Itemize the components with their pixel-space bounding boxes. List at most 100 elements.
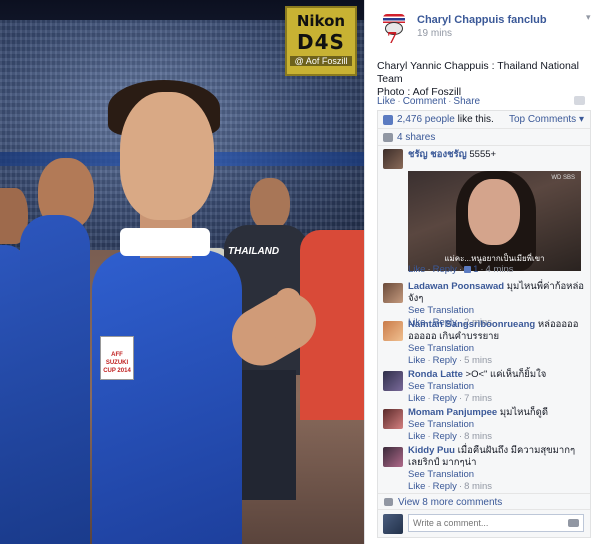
suzuki-cup-badge: AFF SUZUKI CUP 2014 bbox=[100, 336, 134, 380]
share-button[interactable]: Share bbox=[453, 96, 480, 107]
number-seven-icon: 7 bbox=[387, 29, 398, 47]
comment-time[interactable]: 4 mins bbox=[486, 264, 514, 275]
like-button[interactable]: Like bbox=[377, 96, 395, 107]
separator: · bbox=[480, 264, 484, 275]
comment-item: Kiddy Puu เมื่อคืนฝันถึง มีความสุขมากๆเล… bbox=[378, 445, 590, 493]
share-count-icon[interactable] bbox=[574, 96, 585, 105]
main-player-collar bbox=[120, 228, 210, 256]
likes-sentence: 2,476 people like this. bbox=[397, 114, 494, 125]
separator: · bbox=[427, 481, 431, 492]
comment-meta-row: Like · Reply · 1 · 4 mins bbox=[408, 264, 586, 276]
separator: · bbox=[397, 96, 401, 107]
caption-line-1: Charyl Yannic Chappuis : Thailand Nation… bbox=[377, 60, 579, 85]
comment-meta: Like · Reply · 5 mins bbox=[408, 355, 586, 367]
view-more-comments-link[interactable]: View 8 more comments bbox=[398, 497, 502, 508]
separator: · bbox=[427, 431, 431, 442]
comment-body: Ronda Latte >O<" แค่เห็นก็ยิ้มใจ See Tra… bbox=[408, 369, 586, 405]
separator: · bbox=[458, 393, 463, 404]
comment-reply-link[interactable]: Reply bbox=[433, 431, 457, 442]
commenter-avatar[interactable] bbox=[383, 447, 403, 467]
chevron-down-icon[interactable]: ▾ bbox=[586, 12, 596, 22]
comment-time[interactable]: 7 mins bbox=[464, 393, 492, 404]
comment-body: Kiddy Puu เมื่อคืนฝันถึง มีความสุขมากๆเล… bbox=[408, 445, 586, 493]
comments-box: 2,476 people like this. Top Comments ▾ 4… bbox=[377, 110, 591, 538]
comment-item: Namtan Sangsriboonrueang หล่ออออออออออ เ… bbox=[378, 319, 590, 369]
commenter-name[interactable]: ชรัญ ชองชรัญ bbox=[408, 149, 467, 160]
separator: · bbox=[458, 264, 463, 275]
comment-reply-link[interactable]: Reply bbox=[433, 393, 457, 404]
comment-time[interactable]: 5 mins bbox=[464, 355, 492, 366]
write-comment-input[interactable] bbox=[408, 514, 584, 532]
official-head bbox=[250, 178, 290, 230]
post-timestamp[interactable]: 19 mins bbox=[417, 28, 452, 39]
shares-link[interactable]: 4 shares bbox=[397, 132, 435, 143]
comment-meta: Like · Reply · 1 · 4 mins bbox=[408, 264, 586, 276]
see-translation-link[interactable]: See Translation bbox=[408, 305, 586, 317]
thumbs-up-icon bbox=[464, 265, 472, 273]
image-crying-face bbox=[468, 179, 520, 245]
commenter-name[interactable]: Kiddy Puu bbox=[408, 445, 455, 456]
page-avatar[interactable]: 7 bbox=[379, 12, 409, 47]
separator: · bbox=[427, 393, 431, 404]
player-left bbox=[20, 215, 90, 544]
commenter-avatar[interactable] bbox=[383, 371, 403, 391]
comment-time[interactable]: 8 mins bbox=[464, 431, 492, 442]
comment-like-link[interactable]: Like bbox=[408, 393, 425, 404]
comment-meta: Like · Reply · 8 mins bbox=[408, 481, 586, 493]
comment-like-link[interactable]: Like bbox=[408, 431, 425, 442]
watermark-model: D4S bbox=[297, 30, 345, 54]
comment-like-link[interactable]: Like bbox=[408, 264, 425, 275]
comment-text: >O<" แค่เห็นก็ยิ้มใจ bbox=[462, 369, 547, 380]
main-player-face bbox=[120, 92, 214, 220]
shares-summary: 4 shares bbox=[378, 129, 590, 146]
likes-summary: 2,476 people like this. Top Comments ▾ bbox=[378, 111, 590, 129]
page-name-link[interactable]: Charyl Chappuis fanclub bbox=[417, 14, 547, 26]
see-translation-link[interactable]: See Translation bbox=[408, 419, 586, 431]
commenter-avatar[interactable] bbox=[383, 409, 403, 429]
comment-item: Ladawan Poonsawad มุมไหนพี่ค่าก้อหล่อจัง… bbox=[378, 281, 590, 328]
see-translation-link[interactable]: See Translation bbox=[408, 381, 586, 393]
comment-reply-link[interactable]: Reply bbox=[433, 264, 457, 275]
likes-suffix: like this. bbox=[454, 114, 494, 125]
top-comments-label: Top Comments bbox=[508, 114, 577, 125]
likes-count-link[interactable]: 2,476 people bbox=[397, 114, 455, 125]
comment-text: มุมไหนก็ดูดี bbox=[497, 407, 549, 418]
commenter-name[interactable]: Momam Panjumpee bbox=[408, 407, 497, 418]
post-panel: 7 Charyl Chappuis fanclub 19 mins ▾ Char… bbox=[364, 0, 600, 544]
separator: · bbox=[427, 355, 431, 366]
commenter-avatar[interactable] bbox=[383, 149, 403, 169]
comment-image[interactable]: WD SBS แม่คะ...หนูอยากเป็นเมียพี่เขา bbox=[408, 171, 581, 271]
comment-bubble-icon bbox=[384, 498, 393, 506]
commenter-name[interactable]: Namtan Sangsriboonrueang bbox=[408, 319, 535, 330]
comment-text: 5555+ bbox=[466, 149, 497, 160]
comment-item: Ronda Latte >O<" แค่เห็นก็ยิ้มใจ See Tra… bbox=[378, 369, 590, 407]
comment-meta: Like · Reply · 7 mins bbox=[408, 393, 586, 405]
see-translation-link[interactable]: See Translation bbox=[408, 469, 586, 481]
view-more-comments-row: View 8 more comments bbox=[378, 493, 590, 509]
separator: · bbox=[458, 481, 463, 492]
post-photo[interactable]: THAILAND AFF SUZUKI CUP 2014 Nikon D4S @… bbox=[0, 0, 364, 544]
see-translation-link[interactable]: See Translation bbox=[408, 343, 586, 355]
current-user-avatar bbox=[383, 514, 403, 534]
commenter-name[interactable]: Ladawan Poonsawad bbox=[408, 281, 504, 292]
comment-body: Momam Panjumpee มุมไหนก็ดูดี See Transla… bbox=[408, 407, 586, 443]
separator: · bbox=[427, 264, 431, 275]
comment-reply-link[interactable]: Reply bbox=[433, 481, 457, 492]
comment-time[interactable]: 8 mins bbox=[464, 481, 492, 492]
top-comments-dropdown[interactable]: Top Comments ▾ bbox=[509, 114, 584, 125]
comment-reply-link[interactable]: Reply bbox=[433, 355, 457, 366]
comment-button[interactable]: Comment bbox=[403, 96, 446, 107]
separator: · bbox=[458, 431, 463, 442]
watermark-credit: @ Aof Foszill bbox=[290, 56, 352, 66]
image-subtitle: แม่คะ...หนูอยากเป็นเมียพี่เขา bbox=[444, 254, 545, 263]
camera-icon[interactable] bbox=[568, 519, 579, 527]
comment-like-link[interactable]: Like bbox=[408, 481, 425, 492]
thumbs-up bbox=[275, 288, 301, 348]
commenter-avatar[interactable] bbox=[383, 283, 403, 303]
post-header: 7 Charyl Chappuis fanclub 19 mins ▾ bbox=[365, 0, 600, 50]
commenter-name[interactable]: Ronda Latte bbox=[408, 369, 463, 380]
commenter-avatar[interactable] bbox=[383, 321, 403, 341]
camera-watermark: Nikon D4S @ Aof Foszill bbox=[285, 6, 357, 76]
share-icon bbox=[383, 133, 393, 142]
comment-like-link[interactable]: Like bbox=[408, 355, 425, 366]
